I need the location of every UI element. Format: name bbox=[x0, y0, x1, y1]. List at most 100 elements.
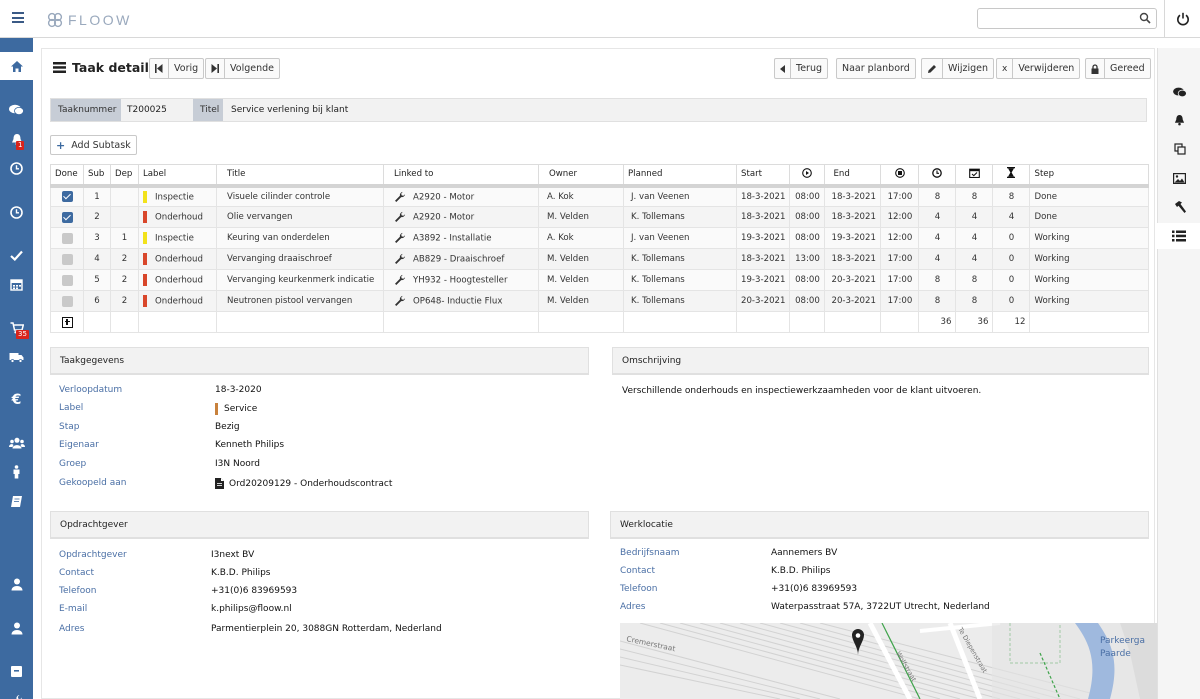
linked-cell[interactable]: AB829 - Draaischroef bbox=[383, 248, 539, 270]
menu-icon[interactable] bbox=[12, 12, 24, 23]
search-icon[interactable] bbox=[1139, 12, 1151, 24]
comments-button[interactable] bbox=[1158, 79, 1200, 105]
dep-cell: 2 bbox=[110, 269, 139, 291]
sidebar-item-orders[interactable]: 35 bbox=[0, 314, 33, 342]
done-checkbox[interactable] bbox=[61, 232, 73, 244]
col-end-time[interactable] bbox=[880, 164, 920, 188]
taakgegevens-value-text[interactable]: Ord20209129 - Onderhoudscontract bbox=[229, 479, 392, 489]
linked-cell[interactable]: A2920 - Motor bbox=[383, 185, 539, 207]
title-cell[interactable]: Olie vervangen bbox=[216, 206, 384, 228]
add-subtask-button[interactable]: + Add Subtask bbox=[50, 135, 137, 155]
linked-cell[interactable]: YH932 - Hoogtesteller bbox=[383, 269, 539, 291]
sidebar-item-maintenance[interactable] bbox=[0, 686, 33, 699]
sidebar-item-archive[interactable] bbox=[0, 657, 33, 685]
col-step[interactable]: Step bbox=[1029, 164, 1149, 188]
title-cell[interactable]: Neutronen pistool vervangen bbox=[216, 290, 384, 312]
title-cell[interactable]: Visuele cilinder controle bbox=[216, 185, 384, 207]
sidebar-item-employee[interactable] bbox=[0, 458, 33, 486]
title-cell[interactable]: Vervanging draaischroef bbox=[216, 248, 384, 270]
done-checkbox[interactable] bbox=[61, 253, 73, 265]
linked-cell[interactable]: A2920 - Motor bbox=[383, 206, 539, 228]
bell-icon bbox=[1174, 114, 1185, 126]
spent-hours-cell: 0 bbox=[992, 290, 1031, 312]
sidebar-item-home[interactable] bbox=[0, 52, 33, 80]
back-button[interactable]: Terug bbox=[774, 58, 828, 79]
sub-cell: 6 bbox=[83, 290, 111, 312]
col-sub[interactable]: Sub bbox=[83, 164, 111, 188]
done-checkbox[interactable] bbox=[61, 211, 73, 223]
app-logo[interactable]: FLOOW bbox=[46, 11, 132, 29]
total-scheduled-hours: 36 bbox=[955, 311, 994, 333]
map-canvas[interactable]: Cremerstraat Parkeerga Paarde Te Diepens… bbox=[620, 623, 1157, 699]
archive-icon bbox=[11, 665, 22, 677]
col-spent-hours[interactable] bbox=[992, 164, 1031, 188]
sidebar-item-groups[interactable] bbox=[0, 429, 33, 457]
col-owner[interactable]: Owner bbox=[538, 164, 624, 188]
delete-button[interactable]: x Verwijderen bbox=[996, 58, 1081, 79]
copy-button[interactable] bbox=[1158, 136, 1200, 162]
owner-cell: A. Kok bbox=[538, 227, 624, 249]
tasklist-button[interactable] bbox=[1157, 223, 1200, 249]
sidebar-item-finance[interactable]: € bbox=[0, 386, 33, 414]
sub-cell: 3 bbox=[83, 227, 111, 249]
table-row[interactable]: 1 Inspectie Visuele cilinder controle A2920… bbox=[50, 185, 1149, 207]
title-cell[interactable]: Vervanging keurkenmerk indicatie bbox=[216, 269, 384, 291]
sidebar-item-contacts[interactable] bbox=[0, 570, 33, 598]
clock-icon bbox=[10, 161, 23, 175]
sidebar-item-notifications[interactable]: 1 bbox=[0, 125, 33, 153]
table-row[interactable]: 3 1 Inspectie Keuring van onderdelen A3892 -… bbox=[50, 227, 1149, 249]
table-row[interactable]: 4 2 Onderhoud Vervanging draaischroef AB829 … bbox=[50, 248, 1149, 270]
next-button[interactable]: Volgende bbox=[205, 58, 280, 79]
title-cell[interactable]: Keuring van onderdelen bbox=[216, 227, 384, 249]
col-end[interactable]: End bbox=[824, 164, 882, 188]
opdrachtgever-value-text[interactable]: k.philips@floow.nl bbox=[211, 604, 292, 614]
col-start-time[interactable] bbox=[789, 164, 826, 188]
sidebar-item-accounts[interactable] bbox=[0, 614, 33, 642]
col-scheduled-hours[interactable] bbox=[955, 164, 994, 188]
sidebar-item-messages[interactable] bbox=[0, 96, 33, 124]
sidebar-item-calendar[interactable] bbox=[0, 270, 33, 298]
tools-button[interactable] bbox=[1158, 194, 1200, 220]
edit-button[interactable]: Wijzigen bbox=[921, 58, 994, 79]
end-time-cell: 17:00 bbox=[880, 269, 920, 291]
col-start[interactable]: Start bbox=[735, 164, 791, 188]
add-row-icon[interactable] bbox=[61, 316, 73, 328]
table-row[interactable]: 6 2 Onderhoud Neutronen pistool vervangen OP… bbox=[50, 290, 1149, 312]
logout-button[interactable] bbox=[1164, 0, 1200, 38]
plus-icon: + bbox=[56, 138, 66, 152]
sidebar-item-time[interactable] bbox=[0, 154, 33, 182]
previous-button[interactable]: Vorig bbox=[149, 58, 205, 79]
done-checkbox[interactable] bbox=[61, 295, 73, 307]
sidebar-item-documents[interactable] bbox=[0, 487, 33, 515]
scheduled-hours-cell: 4 bbox=[955, 248, 994, 270]
complete-button[interactable]: Gereed bbox=[1085, 58, 1151, 79]
task-data-panel: Taakgegevens bbox=[50, 347, 589, 375]
werklocatie-value-text: Waterpasstraat 57A, 3722UT Utrecht, Nede… bbox=[771, 602, 990, 612]
taakgegevens-value: Ord20209129 - Onderhoudscontract bbox=[215, 478, 392, 489]
images-button[interactable] bbox=[1158, 165, 1200, 191]
linked-cell[interactable]: A3892 - Installatie bbox=[383, 227, 539, 249]
sidebar-item-hours[interactable] bbox=[0, 198, 33, 226]
col-linked[interactable]: Linked to bbox=[383, 164, 539, 188]
linked-cell[interactable]: OP648- Inductie Flux bbox=[383, 290, 539, 312]
col-title[interactable]: Title bbox=[216, 164, 384, 188]
owner-cell: M. Velden bbox=[538, 248, 624, 270]
planboard-button[interactable]: Naar planbord bbox=[836, 58, 916, 79]
location-map[interactable]: Cremerstraat Parkeerga Paarde Te Diepens… bbox=[620, 623, 1157, 699]
col-dep[interactable]: Dep bbox=[110, 164, 139, 188]
done-checkbox[interactable] bbox=[61, 191, 73, 203]
col-planned-hours[interactable] bbox=[918, 164, 957, 188]
end-cell: 20-3-2021 bbox=[824, 290, 882, 312]
user-icon bbox=[11, 622, 22, 634]
sidebar-item-deliveries[interactable] bbox=[0, 343, 33, 371]
col-done[interactable]: Done bbox=[50, 164, 84, 188]
start-cell: 18-3-2021 bbox=[735, 206, 791, 228]
reminders-button[interactable] bbox=[1158, 107, 1200, 133]
search-input[interactable] bbox=[977, 8, 1157, 29]
sidebar-item-tasks[interactable] bbox=[0, 241, 33, 269]
done-checkbox[interactable] bbox=[61, 274, 73, 286]
col-planned[interactable]: Planned bbox=[623, 164, 737, 188]
table-row[interactable]: 2 Onderhoud Olie vervangen A2920 - Motor M. … bbox=[50, 206, 1149, 228]
table-row[interactable]: 5 2 Onderhoud Vervanging keurkenmerk indica… bbox=[50, 269, 1149, 291]
col-label[interactable]: Label bbox=[138, 164, 217, 188]
